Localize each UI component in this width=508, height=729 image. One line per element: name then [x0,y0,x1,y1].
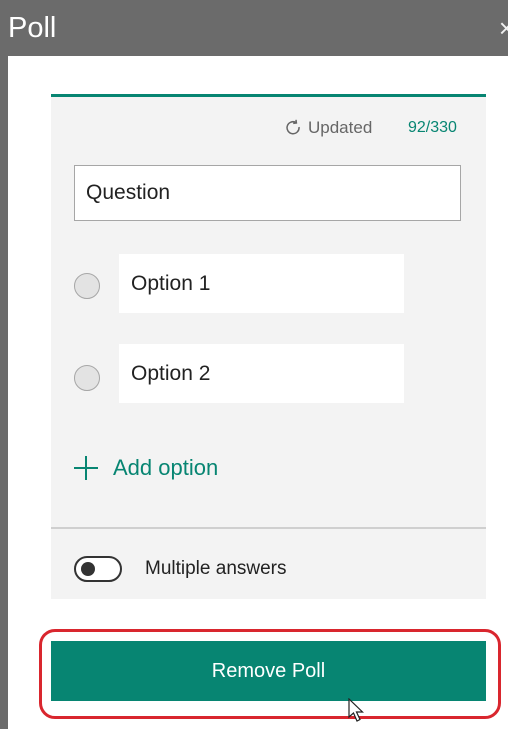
panel-title: Poll [8,12,57,44]
multiple-answers-toggle[interactable] [74,556,122,582]
status-text: Updated [308,118,373,137]
divider [51,527,486,529]
character-count: 92/330 [408,119,457,136]
toggle-knob [81,562,95,576]
multiple-answers-label: Multiple answers [145,558,287,579]
option-1-radio [74,273,100,299]
close-icon[interactable]: × [499,10,508,46]
panel-header: Poll × [0,0,508,56]
option-1-input[interactable]: Option 1 [119,254,404,313]
option-2-input[interactable]: Option 2 [119,344,404,403]
add-option-button[interactable]: Add option [73,452,218,484]
mouse-cursor-icon [348,698,364,722]
option-2-radio [74,365,100,391]
question-input[interactable]: Question [74,165,461,221]
remove-poll-button[interactable]: Remove Poll [51,641,486,701]
panel-left-edge [0,56,8,729]
plus-icon [74,456,98,480]
add-option-label: Add option [113,455,219,480]
refresh-icon [286,119,300,135]
update-status: Updated [283,117,372,139]
